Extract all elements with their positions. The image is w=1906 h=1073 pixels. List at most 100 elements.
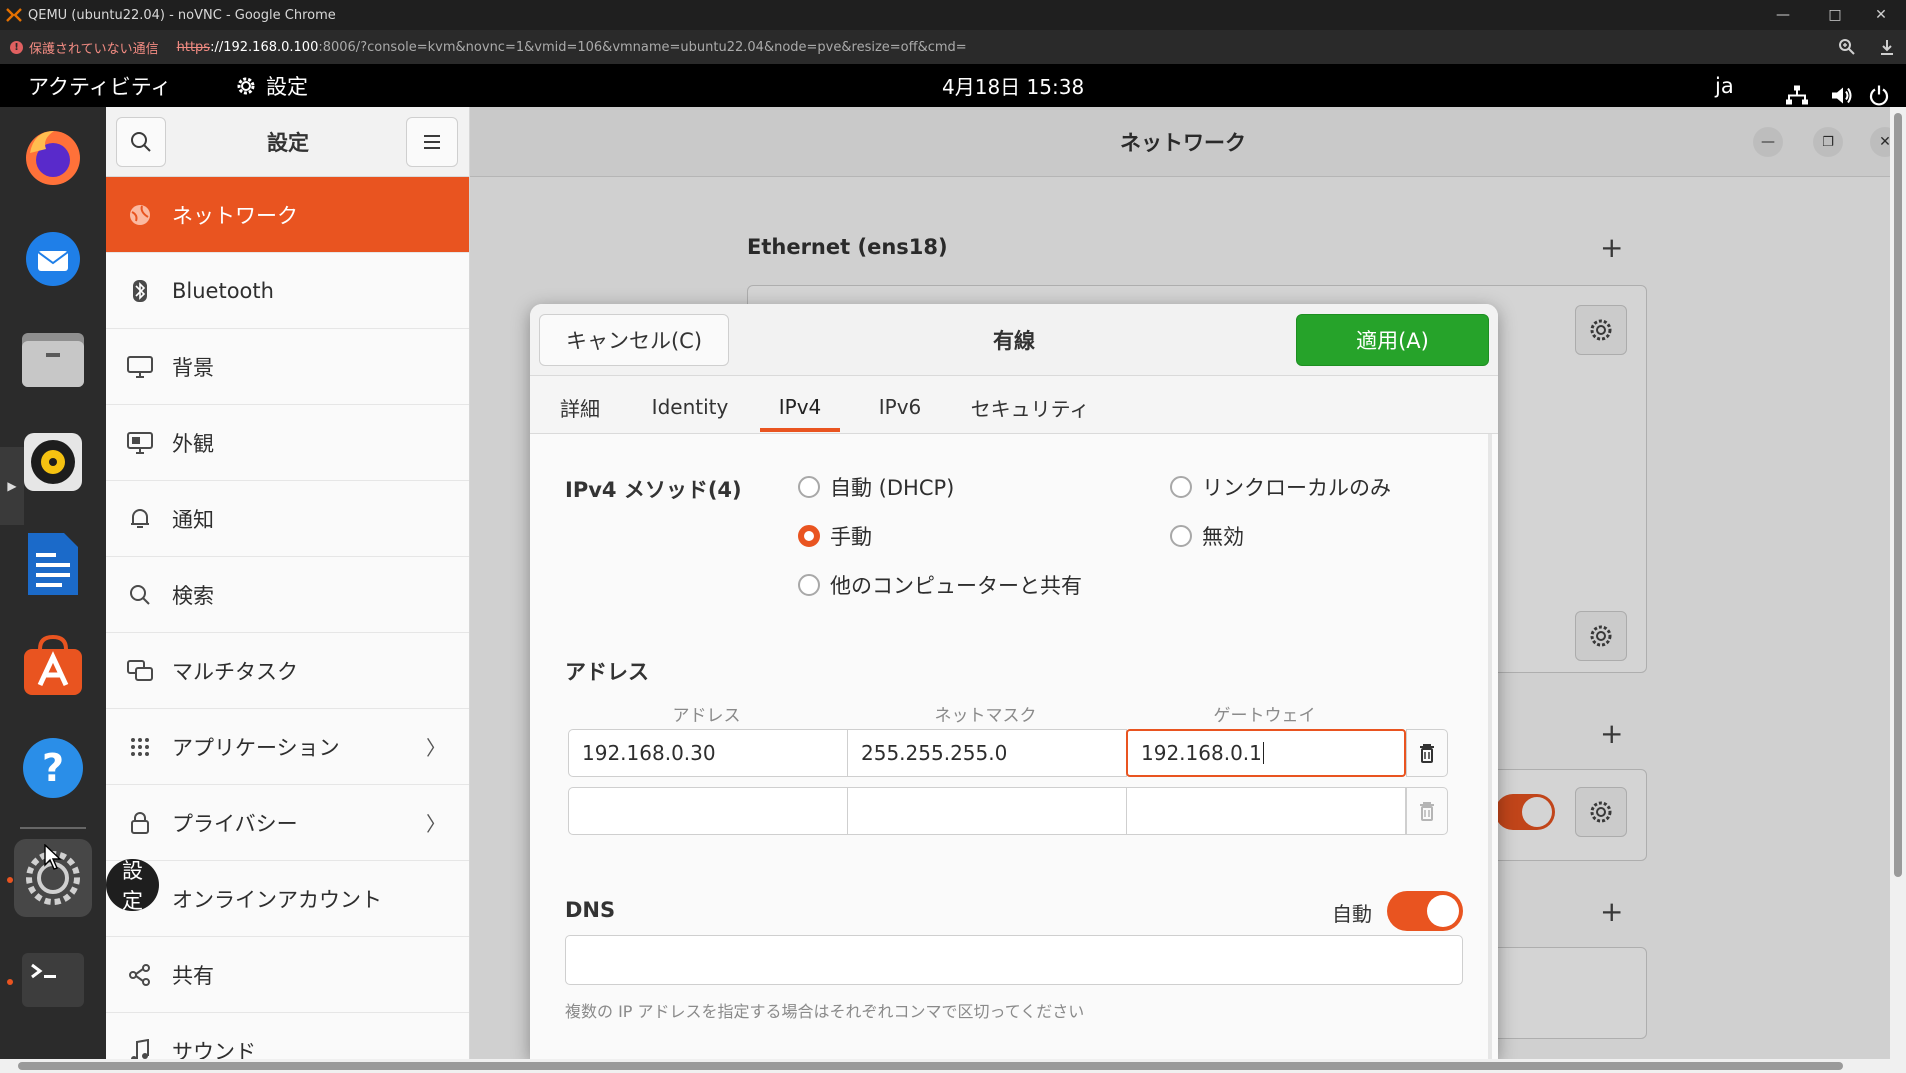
app-center-icon[interactable]: [14, 627, 92, 705]
column-address: アドレス: [672, 706, 741, 726]
url-scheme: https: [176, 39, 211, 55]
sidebar-item-network[interactable]: ネットワーク: [106, 177, 469, 253]
hamburger-icon: [424, 135, 440, 149]
url-host: ://192.168.0.100: [210, 39, 319, 55]
vertical-scrollbar[interactable]: [1890, 107, 1906, 1059]
sidebar-item-notifications[interactable]: 通知: [106, 481, 469, 557]
method-link-local-label: リンクローカルのみ: [1202, 476, 1391, 500]
address-input-empty[interactable]: [568, 787, 848, 835]
tab-ipv4[interactable]: IPv4: [760, 382, 840, 432]
novnc-panel-handle[interactable]: ▶: [0, 447, 24, 525]
method-auto-radio[interactable]: 自動 (DHCP): [798, 472, 954, 502]
tab-details[interactable]: 詳細: [550, 382, 610, 432]
files-icon[interactable]: [14, 321, 92, 399]
method-link-local-radio[interactable]: リンクローカルのみ: [1170, 472, 1391, 502]
dock-separator: [20, 827, 86, 829]
dialog-scrollbar[interactable]: [1488, 434, 1492, 1059]
sidebar-item-label: オンラインアカウント: [172, 887, 382, 912]
dns-auto-toggle[interactable]: [1387, 891, 1463, 931]
browser-window-title: QEMU (ubuntu22.04) - noVNC - Google Chro…: [28, 7, 336, 23]
method-shared-label: 他のコンピューターと共有: [830, 574, 1082, 598]
minimize-window-icon[interactable]: —: [1760, 0, 1806, 30]
url-text[interactable]: https://192.168.0.100:8006/?console=kvm&…: [177, 40, 967, 55]
dock: ? 設定 ▶: [0, 107, 159, 1059]
download-icon[interactable]: [1878, 38, 1896, 56]
netmask-input[interactable]: 255.255.255.0: [847, 729, 1127, 777]
address-input[interactable]: 192.168.0.30: [568, 729, 848, 777]
network-globe-icon: [124, 199, 156, 231]
method-disabled-radio[interactable]: 無効: [1170, 521, 1244, 551]
dns-auto-label: 自動: [1332, 902, 1372, 926]
thunderbird-icon[interactable]: [14, 219, 92, 297]
bluetooth-icon: [124, 275, 156, 307]
sidebar-item-appearance[interactable]: 外観: [106, 405, 469, 481]
radio-icon: [1170, 476, 1192, 498]
firefox-icon[interactable]: [14, 117, 92, 195]
delete-row-button[interactable]: [1406, 729, 1448, 777]
sidebar-item-background[interactable]: 背景: [106, 329, 469, 405]
chevron-right-icon: 〉: [426, 736, 446, 760]
app-name: 設定: [266, 74, 308, 99]
method-manual-radio[interactable]: 手動: [798, 521, 872, 551]
vertical-scroll-thumb[interactable]: [1894, 113, 1902, 877]
url-path: :8006/?console=kvm&novnc=1&vmid=106&vmna…: [318, 39, 967, 55]
sidebar-item-label: 背景: [172, 355, 214, 380]
activities-button[interactable]: アクティビティ: [28, 64, 171, 107]
zoom-icon[interactable]: [1838, 38, 1856, 56]
gateway-input-empty[interactable]: [1126, 787, 1406, 835]
dns-input[interactable]: [565, 935, 1463, 985]
sidebar-item-label: マルチタスク: [172, 659, 298, 684]
maximize-window-icon[interactable]: □: [1812, 0, 1858, 30]
sidebar-item-label: プライバシー: [172, 811, 298, 836]
tab-identity[interactable]: Identity: [640, 382, 740, 432]
tab-security[interactable]: セキュリティ: [960, 382, 1100, 432]
app-menu[interactable]: 設定: [234, 64, 308, 107]
ipv4-method-label: IPv4 メソッド(4): [565, 478, 742, 502]
gateway-input[interactable]: 192.168.0.1: [1126, 729, 1406, 777]
sidebar-item-label: 通知: [172, 507, 214, 532]
lock-icon: [124, 807, 156, 839]
sidebar-item-label: サウンド: [172, 1039, 256, 1060]
apply-button[interactable]: 適用(A): [1296, 314, 1489, 366]
search-icon: [124, 579, 156, 611]
insecure-badge[interactable]: ! 保護されていない通信: [10, 38, 159, 57]
gear-icon: [237, 77, 255, 94]
search-button[interactable]: [116, 117, 166, 167]
sidebar-item-label: アプリケーション: [172, 735, 340, 760]
browser-title-bar: QEMU (ubuntu22.04) - noVNC - Google Chro…: [0, 0, 1906, 30]
sidebar-item-applications[interactable]: アプリケーション 〉: [106, 709, 469, 785]
horizontal-scrollbar[interactable]: [0, 1059, 1906, 1073]
libreoffice-writer-icon[interactable]: [14, 525, 92, 603]
close-window-icon[interactable]: ✕: [1858, 0, 1904, 30]
help-icon[interactable]: ?: [14, 729, 92, 807]
address-bar[interactable]: ! 保護されていない通信 https://192.168.0.100:8006/…: [0, 30, 1906, 64]
sidebar-item-bluetooth[interactable]: Bluetooth: [106, 253, 469, 329]
insecure-label: 保護されていない通信: [29, 41, 159, 57]
terminal-icon[interactable]: [14, 941, 92, 1019]
method-shared-radio[interactable]: 他のコンピューターと共有: [798, 570, 1082, 600]
sidebar-item-search[interactable]: 検索: [106, 557, 469, 633]
input-language[interactable]: ja: [1715, 64, 1734, 107]
netmask-input-empty[interactable]: [847, 787, 1127, 835]
clock[interactable]: 4月18日 15:38: [942, 64, 1084, 107]
sidebar-item-multitasking[interactable]: マルチタスク: [106, 633, 469, 709]
horizontal-scroll-thumb[interactable]: [18, 1062, 1843, 1070]
cancel-button[interactable]: キャンセル(C): [539, 314, 729, 366]
sidebar-item-sound[interactable]: サウンド: [106, 1013, 469, 1060]
appearance-icon: [124, 427, 156, 459]
menu-button[interactable]: [406, 117, 458, 167]
radio-icon: [798, 574, 820, 596]
sidebar-item-label: 検索: [172, 583, 214, 608]
trash-icon: [1420, 744, 1434, 763]
column-netmask: ネットマスク: [934, 706, 1037, 726]
sidebar-item-sharing[interactable]: 共有: [106, 937, 469, 1013]
rhythmbox-icon[interactable]: [14, 423, 92, 501]
monitor-icon: [124, 351, 156, 383]
sidebar-item-label: 共有: [172, 963, 214, 988]
radio-selected-icon: [798, 525, 820, 547]
sidebar-item-privacy[interactable]: プライバシー 〉: [106, 785, 469, 861]
sidebar-item-online-accounts[interactable]: オンラインアカウント: [106, 861, 469, 937]
radio-icon: [798, 476, 820, 498]
tab-ipv6[interactable]: IPv6: [860, 382, 940, 432]
dns-hint: 複数の IP アドレスを指定する場合はそれぞれコンマで区切ってください: [565, 1002, 1085, 1021]
